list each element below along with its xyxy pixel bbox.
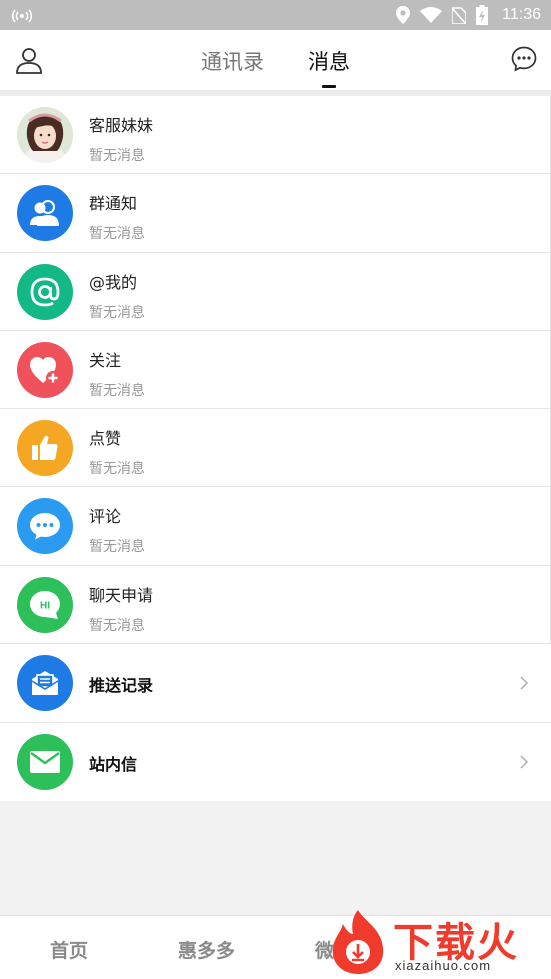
heart-plus-icon: [17, 341, 73, 398]
item-title: 推送记录: [89, 676, 154, 695]
status-time: 11:36: [502, 6, 541, 23]
item-subtitle: 暂无消息: [89, 226, 145, 243]
tab-messages[interactable]: 消息: [308, 44, 350, 88]
item-title: 评论: [89, 507, 122, 527]
status-bar: 11:36: [0, 0, 551, 30]
item-subtitle: 暂无消息: [89, 539, 145, 556]
no-sim-icon: [452, 6, 467, 24]
chat-bubble-icon[interactable]: [511, 46, 537, 72]
chevron-right-icon: [519, 675, 529, 691]
list-item-push-records[interactable]: 推送记录: [0, 644, 551, 723]
wifi-icon: [420, 7, 443, 23]
item-subtitle: 暂无消息: [89, 382, 145, 399]
svg-text:HI: HI: [40, 600, 50, 611]
item-title: 点赞: [89, 429, 122, 449]
list-item-mentions[interactable]: @我的 暂无消息: [0, 252, 551, 331]
battery-icon: [476, 5, 489, 25]
hotspot-icon: [12, 7, 32, 23]
watermark: 下载火 xiazaihuo.com: [323, 906, 551, 979]
push-record-icon: [17, 655, 73, 711]
item-subtitle: 暂无消息: [89, 461, 145, 478]
item-title: 客服妹妹: [89, 116, 154, 135]
mail-icon: [17, 733, 73, 790]
thumbs-up-icon: [17, 420, 73, 477]
list-item-customer-service[interactable]: 客服妹妹 暂无消息: [0, 96, 551, 175]
group-icon: [17, 185, 73, 242]
list-item-likes[interactable]: 点赞 暂无消息: [0, 409, 551, 488]
message-list: 客服妹妹 暂无消息 群通知 暂无消息 @我的 暂无消息 关注 暂无消息 点赞 暂…: [0, 96, 551, 645]
tab-bar: 通讯录 消息: [0, 30, 551, 90]
item-title: 站内信: [89, 754, 138, 774]
customer-service-avatar: [17, 107, 73, 163]
hi-chat-icon: HI: [17, 576, 73, 633]
chevron-right-icon: [519, 754, 529, 770]
location-icon: [396, 6, 411, 24]
item-title: 关注: [89, 350, 122, 370]
link-list: 推送记录 站内信: [0, 644, 551, 801]
list-item-comments[interactable]: 评论 暂无消息: [0, 487, 551, 566]
item-subtitle: 暂无消息: [89, 304, 145, 321]
nav-huiduoduo[interactable]: 惠多多: [178, 936, 235, 963]
item-subtitle: 暂无消息: [89, 617, 145, 634]
item-title: 群通知: [89, 194, 138, 214]
item-title: 聊天申请: [89, 585, 154, 605]
list-item-follow[interactable]: 关注 暂无消息: [0, 330, 551, 410]
nav-home[interactable]: 首页: [50, 936, 88, 963]
header: 通讯录 消息: [0, 30, 551, 90]
item-title: @我的: [89, 272, 138, 292]
item-subtitle: 暂无消息: [89, 148, 145, 164]
list-item-group-notice[interactable]: 群通知 暂无消息: [0, 174, 551, 253]
list-item-chat-request[interactable]: HI 聊天申请 暂无消息: [0, 565, 551, 645]
tab-contacts[interactable]: 通讯录: [201, 44, 264, 76]
at-icon: [17, 263, 73, 320]
flame-logo-icon: [325, 908, 391, 976]
list-item-inbox[interactable]: 站内信: [0, 723, 551, 802]
comment-icon: [17, 498, 73, 555]
watermark-url: xiazaihuo.com: [395, 958, 492, 973]
